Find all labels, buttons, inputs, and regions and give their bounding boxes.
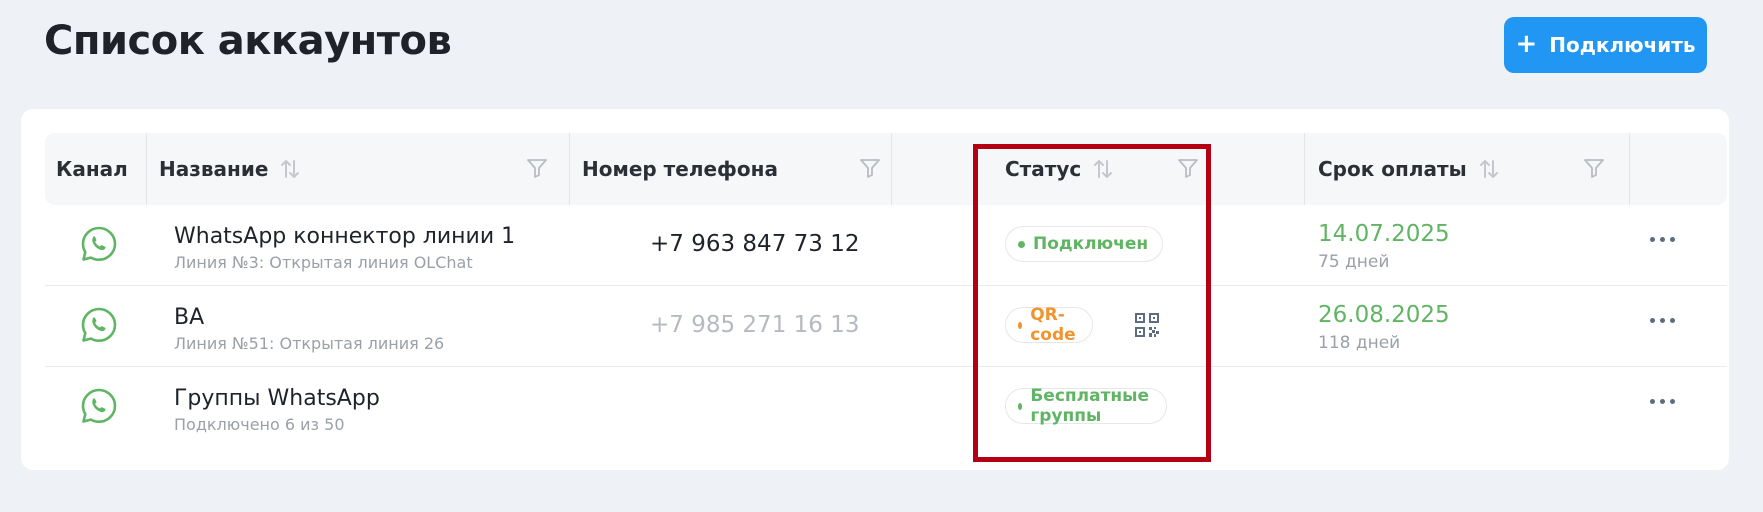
column-phone-label: Номер телефона xyxy=(582,157,778,181)
whatsapp-icon xyxy=(80,387,118,429)
column-channel: Канал xyxy=(56,133,128,205)
plus-icon: + xyxy=(1515,28,1538,59)
days-left: 75 дней xyxy=(1318,252,1390,272)
account-name[interactable]: WhatsApp коннектор линии 1 xyxy=(174,223,515,251)
sort-icon[interactable] xyxy=(1479,158,1499,180)
connect-button[interactable]: + Подключить xyxy=(1504,17,1707,73)
status-label: Бесплатные группы xyxy=(1030,386,1150,426)
status-label: QR-code xyxy=(1030,305,1076,345)
more-actions-icon[interactable] xyxy=(1650,318,1675,323)
status-badge: Подключен xyxy=(1005,226,1164,262)
due-date-cell: 26.08.2025 118 дней xyxy=(1318,300,1450,354)
column-due-date[interactable]: Срок оплаты xyxy=(1318,133,1499,205)
column-phone[interactable]: Номер телефона xyxy=(582,133,778,205)
status-dot-icon xyxy=(1018,321,1023,329)
status-badge: Бесплатные группы xyxy=(1005,386,1167,426)
column-name[interactable]: Название xyxy=(159,133,300,205)
phone-number: +7 985 271 16 13 xyxy=(650,312,860,338)
column-divider xyxy=(1629,133,1630,205)
account-name[interactable]: BA xyxy=(174,304,444,332)
accounts-card: Канал Название Номер телефона Статус Сро… xyxy=(21,109,1729,470)
table-row[interactable]: BA Линия №51: Открытая линия 26 +7 985 2… xyxy=(45,286,1727,367)
status-label: Подключен xyxy=(1033,234,1149,254)
connect-button-label: Подключить xyxy=(1549,33,1696,57)
qr-code-icon[interactable] xyxy=(1134,312,1160,342)
column-divider xyxy=(1304,133,1305,205)
status-dot-icon xyxy=(1018,240,1025,248)
column-due-date-label: Срок оплаты xyxy=(1318,157,1467,181)
table-row[interactable]: Группы WhatsApp Подключено 6 из 50 Беспл… xyxy=(45,367,1727,448)
filter-icon[interactable] xyxy=(526,157,548,179)
account-name-cell: BA Линия №51: Открытая линия 26 xyxy=(174,304,444,354)
column-divider xyxy=(891,133,892,205)
filter-icon[interactable] xyxy=(859,157,881,179)
sort-icon[interactable] xyxy=(1093,158,1113,180)
column-name-label: Название xyxy=(159,157,269,181)
whatsapp-icon xyxy=(80,225,118,267)
column-divider xyxy=(146,133,147,205)
sort-icon[interactable] xyxy=(280,158,300,180)
account-subtitle: Линия №3: Открытая линия OLChat xyxy=(174,253,473,272)
column-divider xyxy=(569,133,570,205)
more-actions-icon[interactable] xyxy=(1650,237,1675,242)
column-channel-label: Канал xyxy=(56,157,128,181)
filter-icon[interactable] xyxy=(1583,157,1605,179)
column-status[interactable]: Статус xyxy=(1005,133,1113,205)
filter-icon[interactable] xyxy=(1177,157,1199,179)
table-row[interactable]: WhatsApp коннектор линии 1 Линия №3: Отк… xyxy=(45,205,1727,286)
status-badge: QR-code xyxy=(1005,305,1094,345)
account-name-cell: Группы WhatsApp Подключено 6 из 50 xyxy=(174,385,380,435)
whatsapp-icon xyxy=(80,306,118,348)
column-status-label: Статус xyxy=(1005,157,1082,181)
account-subtitle: Подключено 6 из 50 xyxy=(174,415,345,434)
phone-number: +7 963 847 73 12 xyxy=(650,231,860,257)
table-header: Канал Название Номер телефона Статус Сро… xyxy=(45,133,1727,205)
more-actions-icon[interactable] xyxy=(1650,399,1675,404)
page-title: Список аккаунтов xyxy=(44,18,452,64)
due-date: 14.07.2025 xyxy=(1318,221,1450,247)
account-name-cell: WhatsApp коннектор линии 1 Линия №3: Отк… xyxy=(174,223,515,273)
account-subtitle: Линия №51: Открытая линия 26 xyxy=(174,334,445,353)
account-name[interactable]: Группы WhatsApp xyxy=(174,385,380,413)
days-left: 118 дней xyxy=(1318,333,1401,353)
status-dot-icon xyxy=(1018,402,1023,410)
due-date: 26.08.2025 xyxy=(1318,302,1450,328)
due-date-cell: 14.07.2025 75 дней xyxy=(1318,219,1450,273)
